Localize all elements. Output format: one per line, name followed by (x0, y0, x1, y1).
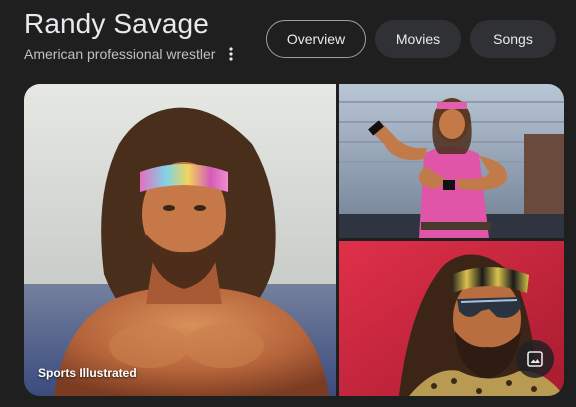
image-gallery: Sports Illustrated (24, 84, 564, 396)
more-options-button[interactable] (222, 44, 240, 64)
tab-overview[interactable]: Overview (266, 20, 366, 58)
image-source-caption: Sports Illustrated (38, 366, 137, 380)
entity-tabs: Overview Movies Songs (266, 20, 556, 58)
entity-description: American professional wrestler (24, 46, 216, 62)
more-vert-icon (229, 47, 233, 61)
sunglasses-photo[interactable] (339, 241, 564, 396)
flexing-photo[interactable] (339, 84, 564, 238)
tab-songs-label: Songs (493, 31, 533, 47)
tab-movies-label: Movies (395, 31, 441, 47)
main-photo-image (24, 84, 336, 396)
tab-movies[interactable]: Movies (375, 20, 461, 58)
tab-overview-label: Overview (286, 31, 346, 47)
more-images-button[interactable] (516, 340, 554, 378)
knowledge-panel-header: Randy Savage American professional wrest… (0, 0, 576, 407)
main-photo[interactable]: Sports Illustrated (24, 84, 336, 396)
page-title: Randy Savage (24, 8, 209, 39)
flexing-photo-image (339, 84, 564, 238)
tab-songs[interactable]: Songs (470, 20, 556, 58)
image-gallery-icon (527, 351, 543, 367)
